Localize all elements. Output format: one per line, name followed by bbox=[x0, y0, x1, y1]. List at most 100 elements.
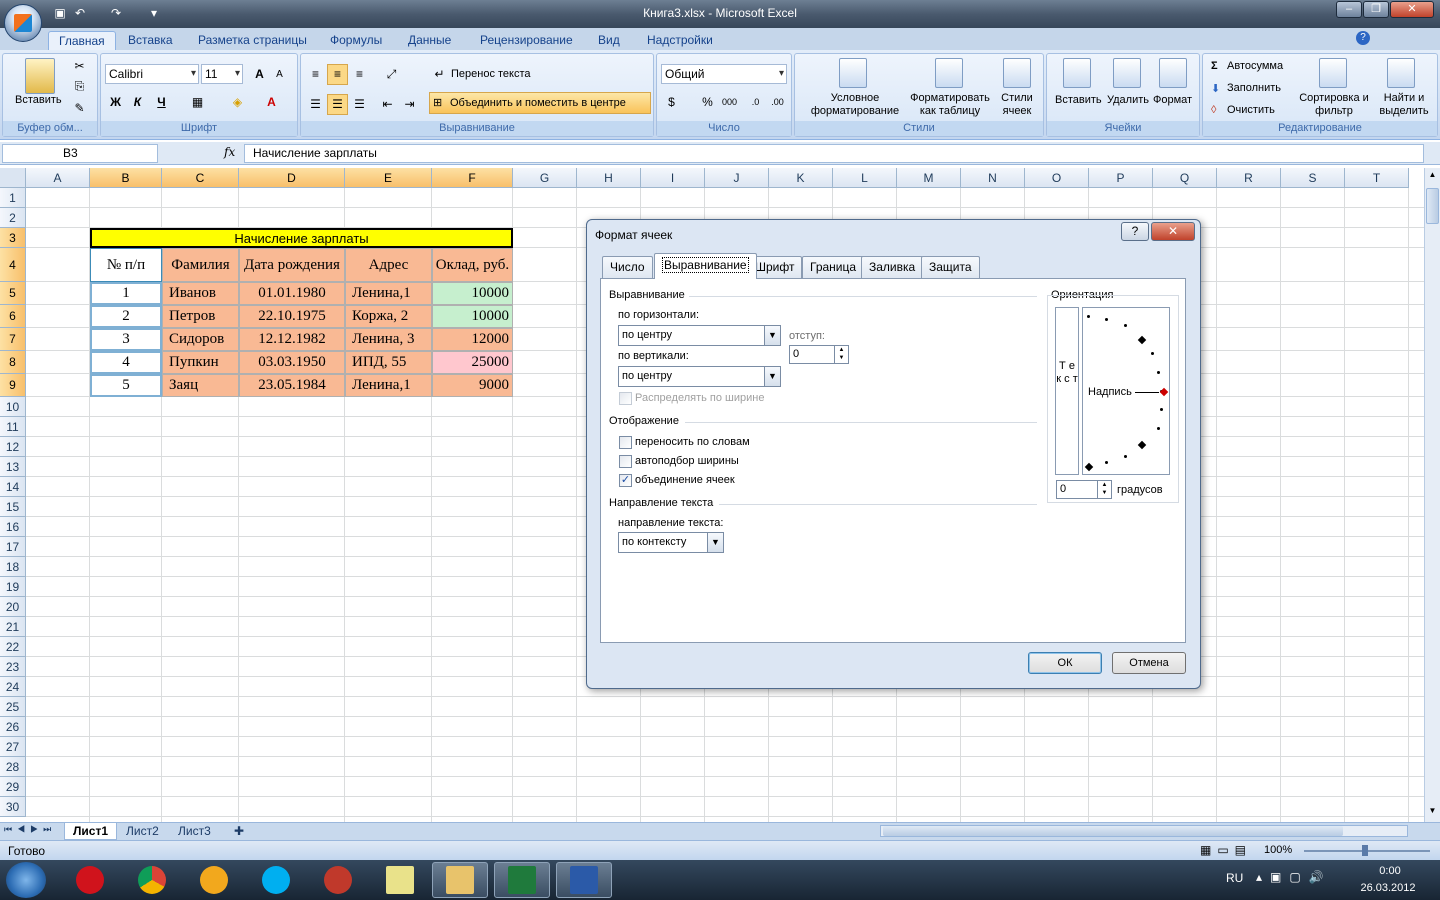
dial-marker[interactable] bbox=[1137, 440, 1147, 450]
table-cell[interactable]: Ленина,1 bbox=[345, 374, 432, 397]
table-cell[interactable]: ИПД, 55 bbox=[345, 351, 432, 374]
dropdown-arrow-icon[interactable]: ▼ bbox=[707, 533, 723, 552]
cancel-button[interactable]: Отмена bbox=[1112, 652, 1186, 674]
table-cell[interactable]: Заяц bbox=[162, 374, 239, 397]
table-cell[interactable]: 3 bbox=[90, 328, 162, 351]
column-header[interactable]: J bbox=[705, 168, 769, 188]
thousands-button[interactable]: 000 bbox=[719, 92, 740, 113]
merge-cells-checkbox[interactable]: ✓ bbox=[619, 474, 632, 487]
find-select-icon[interactable] bbox=[1387, 58, 1415, 88]
table-cell[interactable]: Ленина,1 bbox=[345, 282, 432, 305]
minimize-button[interactable]: – bbox=[1336, 1, 1362, 18]
tab-formulas[interactable]: Формулы bbox=[320, 31, 392, 50]
table-cell[interactable]: 10000 bbox=[432, 282, 513, 305]
row-header[interactable]: 13 bbox=[0, 457, 26, 477]
clock-date[interactable]: 26.03.2012 bbox=[1356, 882, 1420, 894]
insert-function-button[interactable]: fx bbox=[224, 145, 235, 159]
table-cell[interactable]: 12000 bbox=[432, 328, 513, 351]
column-header[interactable]: Q bbox=[1153, 168, 1217, 188]
column-header[interactable]: R bbox=[1217, 168, 1281, 188]
increase-decimal-icon[interactable]: .0 bbox=[745, 92, 766, 113]
sheet-tab-3[interactable]: Лист3 bbox=[170, 823, 219, 840]
row-header[interactable]: 7 bbox=[0, 328, 26, 351]
format-cells-button[interactable]: Формат bbox=[1153, 94, 1192, 106]
table-cell[interactable]: Петров bbox=[162, 305, 239, 328]
row-header[interactable]: 19 bbox=[0, 577, 26, 597]
row-header[interactable]: 23 bbox=[0, 657, 26, 677]
row-header[interactable]: 6 bbox=[0, 305, 26, 328]
table-cell[interactable]: Адрес bbox=[345, 248, 432, 282]
word-taskbar-icon[interactable] bbox=[556, 862, 612, 898]
stickynotes-icon[interactable] bbox=[372, 862, 428, 898]
horizontal-scrollbar[interactable] bbox=[880, 825, 1408, 837]
select-all-corner[interactable] bbox=[0, 168, 26, 188]
insert-cells-button[interactable]: Вставить bbox=[1055, 94, 1102, 106]
dial-point[interactable] bbox=[1157, 371, 1160, 374]
scroll-down-icon[interactable]: ▼ bbox=[1426, 806, 1439, 820]
tab-data[interactable]: Данные bbox=[398, 31, 461, 50]
sheet-tab-2[interactable]: Лист2 bbox=[118, 823, 167, 840]
table-cell[interactable]: Иванов bbox=[162, 282, 239, 305]
percent-button[interactable]: % bbox=[697, 92, 718, 113]
row-header[interactable]: 5 bbox=[0, 282, 26, 305]
table-cell[interactable]: 12.12.1982 bbox=[239, 328, 345, 351]
zoom-level[interactable]: 100% bbox=[1264, 844, 1292, 856]
column-header[interactable]: O bbox=[1025, 168, 1089, 188]
dial-marker[interactable] bbox=[1084, 462, 1094, 472]
opera-icon[interactable] bbox=[62, 862, 118, 898]
row-header[interactable]: 14 bbox=[0, 477, 26, 497]
table-cell[interactable]: Ленина, 3 bbox=[345, 328, 432, 351]
currency-icon[interactable]: $ bbox=[661, 92, 682, 113]
column-header[interactable]: A bbox=[26, 168, 90, 188]
row-header[interactable]: 28 bbox=[0, 757, 26, 777]
dialog-tab-number[interactable]: Число bbox=[602, 256, 653, 278]
find-select-button[interactable]: Найти и выделить bbox=[1371, 92, 1437, 118]
sort-filter-icon[interactable] bbox=[1319, 58, 1347, 88]
align-bottom-icon[interactable]: ≡ bbox=[349, 64, 370, 85]
format-painter-icon[interactable]: ✎ bbox=[69, 98, 90, 119]
tab-addins[interactable]: Надстройки bbox=[637, 31, 723, 50]
degrees-spinner[interactable]: 0 ▲ ▼ bbox=[1056, 480, 1112, 499]
tray-icons[interactable]: ▴▣▢🔊 bbox=[1256, 870, 1332, 884]
cell-styles-icon[interactable] bbox=[1003, 58, 1031, 88]
table-cell[interactable]: 25000 bbox=[432, 351, 513, 374]
table-cell[interactable]: 9000 bbox=[432, 374, 513, 397]
font-name-combo[interactable]: Calibri bbox=[105, 64, 199, 84]
column-header[interactable]: F bbox=[432, 168, 513, 188]
new-sheet-icon[interactable]: ✚ bbox=[226, 823, 252, 840]
row-header[interactable]: 15 bbox=[0, 497, 26, 517]
close-button[interactable]: ✕ bbox=[1390, 1, 1434, 18]
row-header[interactable]: 22 bbox=[0, 637, 26, 657]
language-indicator[interactable]: RU bbox=[1226, 871, 1243, 885]
font-size-combo[interactable]: 11 bbox=[201, 64, 243, 84]
scroll-thumb[interactable] bbox=[1426, 188, 1439, 224]
table-cell[interactable]: 2 bbox=[90, 305, 162, 328]
tab-page-layout[interactable]: Разметка страницы bbox=[188, 31, 317, 50]
cell-styles-button[interactable]: Стили ячеек bbox=[995, 92, 1039, 118]
view-buttons-icon[interactable]: ▦▭▤ bbox=[1200, 843, 1252, 857]
dialog-close-button[interactable]: ✕ bbox=[1151, 222, 1195, 241]
table-cell[interactable]: Дата рождения bbox=[239, 248, 345, 282]
sheet-tab-1[interactable]: Лист1 bbox=[64, 823, 118, 840]
row-header[interactable]: 18 bbox=[0, 557, 26, 577]
increase-indent-icon[interactable]: ⇥ bbox=[399, 94, 420, 115]
tab-view[interactable]: Вид bbox=[588, 31, 630, 50]
delete-cells-button[interactable]: Удалить bbox=[1107, 94, 1149, 106]
dial-point[interactable] bbox=[1151, 352, 1154, 355]
paste-button[interactable]: Вставить bbox=[15, 94, 62, 106]
dialog-help-button[interactable]: ? bbox=[1121, 222, 1149, 241]
tab-review[interactable]: Рецензирование bbox=[470, 31, 583, 50]
column-header[interactable]: T bbox=[1345, 168, 1409, 188]
tab-home[interactable]: Главная bbox=[48, 31, 116, 50]
media-icon[interactable] bbox=[310, 862, 366, 898]
grow-font-button[interactable]: A bbox=[249, 64, 270, 85]
fill-button[interactable]: Заполнить bbox=[1227, 82, 1281, 94]
aimp-icon[interactable] bbox=[186, 862, 242, 898]
bold-button[interactable]: Ж bbox=[105, 92, 126, 113]
column-header[interactable]: C bbox=[162, 168, 239, 188]
sheet-nav-icons[interactable]: ⏮◀▶⏭ bbox=[4, 824, 56, 835]
dialog-tab-alignment[interactable]: Выравнивание bbox=[654, 253, 757, 279]
copy-icon[interactable]: ⎘ bbox=[69, 76, 90, 97]
number-format-combo[interactable]: Общий bbox=[661, 64, 787, 84]
dial-point[interactable] bbox=[1124, 455, 1127, 458]
